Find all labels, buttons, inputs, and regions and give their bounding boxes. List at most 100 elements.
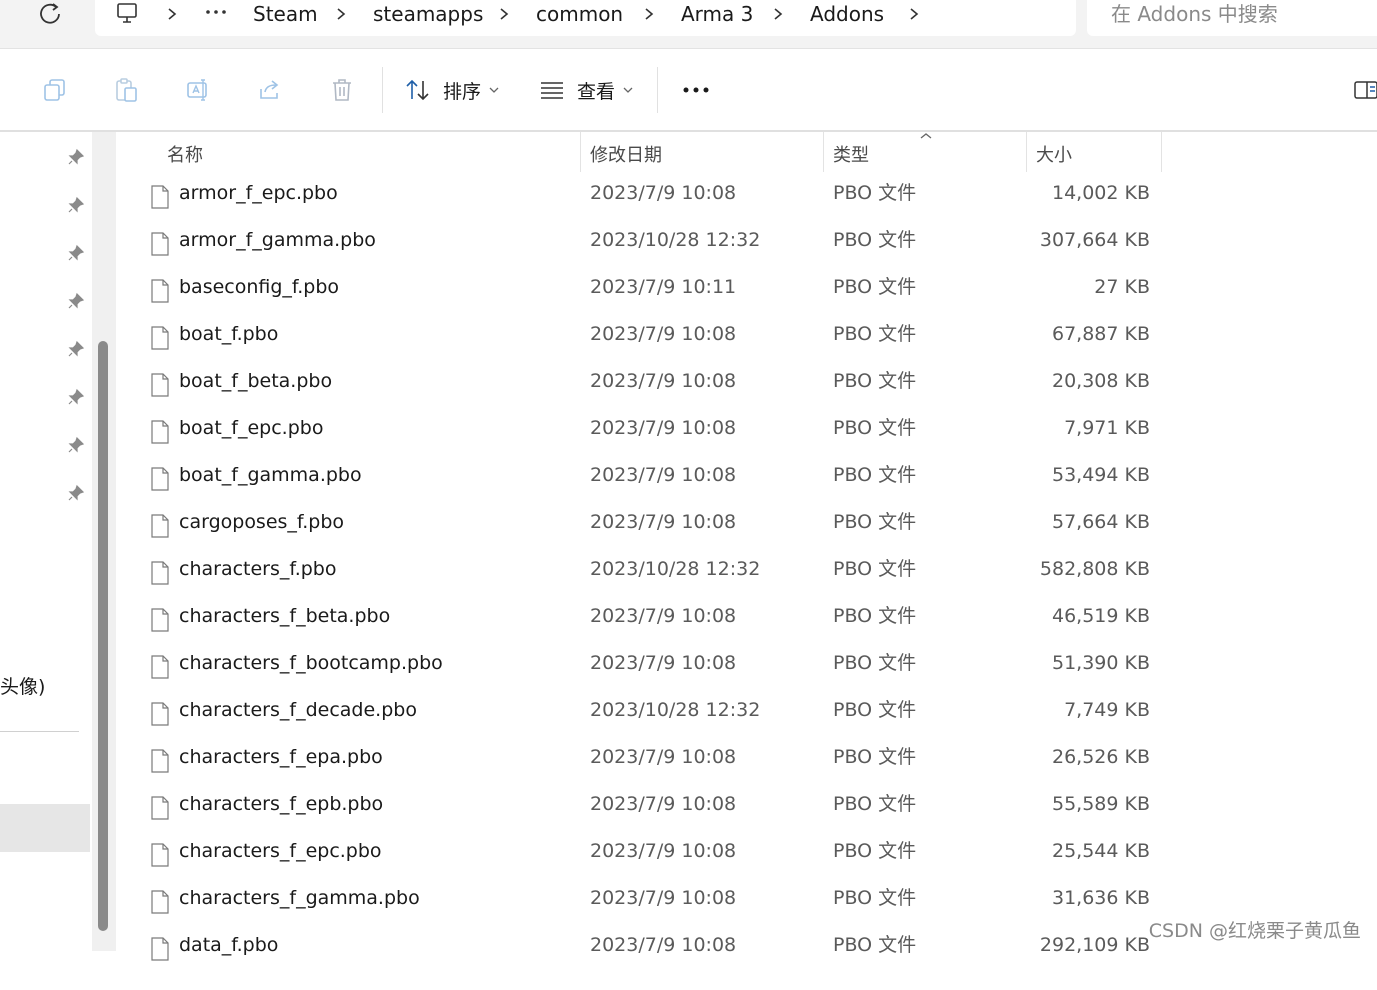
- more-breadcrumbs-icon[interactable]: [205, 8, 227, 16]
- chevron-right-icon[interactable]: [907, 4, 921, 24]
- pin-icon[interactable]: [66, 291, 86, 311]
- pin-icon[interactable]: [66, 387, 86, 407]
- file-type: PBO 文件: [833, 934, 917, 956]
- pin-icon[interactable]: [66, 243, 86, 263]
- chevron-right-icon[interactable]: [334, 4, 348, 24]
- file-name[interactable]: characters_f_beta.pbo: [179, 604, 390, 628]
- column-divider[interactable]: [1161, 132, 1162, 172]
- search-input[interactable]: 在 Addons 中搜索: [1087, 0, 1377, 36]
- column-divider[interactable]: [823, 132, 824, 172]
- nav-item-selected[interactable]: [0, 804, 90, 852]
- file-name[interactable]: characters_f_gamma.pbo: [179, 886, 420, 910]
- file-type: PBO 文件: [833, 605, 917, 627]
- this-pc-icon[interactable]: [115, 2, 139, 26]
- file-type: PBO 文件: [833, 511, 917, 533]
- file-name[interactable]: boat_f.pbo: [179, 322, 278, 346]
- file-date: 2023/7/9 10:11: [590, 276, 737, 298]
- file-size: 307,664 KB: [1039, 229, 1150, 251]
- file-name[interactable]: characters_f_epc.pbo: [179, 839, 382, 863]
- file-date: 2023/7/9 10:08: [590, 887, 737, 909]
- file-name[interactable]: boat_f_epc.pbo: [179, 416, 323, 440]
- file-date: 2023/7/9 10:08: [590, 323, 737, 345]
- column-header-name[interactable]: 名称: [167, 141, 203, 167]
- file-icon: [151, 279, 169, 303]
- file-type: PBO 文件: [833, 370, 917, 392]
- file-size: 53,494 KB: [1051, 464, 1150, 486]
- pin-icon[interactable]: [66, 483, 86, 503]
- delete-icon[interactable]: [329, 77, 355, 103]
- file-name[interactable]: boat_f_gamma.pbo: [179, 463, 362, 487]
- file-list: 名称 修改日期 类型 大小 armor_f_epc.pbo 2023/7/9 10…: [118, 132, 1377, 961]
- nav-scrollbar-thumb[interactable]: [98, 341, 108, 931]
- refresh-icon[interactable]: [34, 0, 66, 30]
- file-size: 51,390 KB: [1051, 652, 1150, 674]
- column-divider[interactable]: [1026, 132, 1027, 172]
- file-date: 2023/7/9 10:08: [590, 840, 737, 862]
- breadcrumb-item-common[interactable]: common: [536, 0, 623, 30]
- file-size: 31,636 KB: [1051, 887, 1150, 909]
- chevron-right-icon[interactable]: [165, 4, 179, 24]
- copy-icon[interactable]: [42, 77, 68, 103]
- breadcrumb-item-steamapps[interactable]: steamapps: [373, 0, 483, 30]
- column-header-type[interactable]: 类型: [833, 141, 869, 167]
- file-date: 2023/7/9 10:08: [590, 182, 737, 204]
- file-row[interactable]: data_f.pbo 2023/7/9 10:08 PBO 文件 292,109 KB: [118, 934, 1168, 990]
- breadcrumb-item-addons[interactable]: Addons: [810, 0, 884, 30]
- column-header-size[interactable]: 大小: [1036, 141, 1072, 167]
- file-size: 67,887 KB: [1051, 323, 1150, 345]
- file-name[interactable]: baseconfig_f.pbo: [179, 275, 339, 299]
- file-date: 2023/7/9 10:08: [590, 793, 737, 815]
- more-options-icon[interactable]: [682, 86, 710, 94]
- file-name[interactable]: characters_f_epa.pbo: [179, 745, 383, 769]
- file-name[interactable]: characters_f.pbo: [179, 557, 336, 581]
- file-icon: [151, 655, 169, 679]
- chevron-right-icon[interactable]: [771, 4, 785, 24]
- file-date: 2023/7/9 10:08: [590, 605, 737, 627]
- file-icon: [151, 561, 169, 585]
- file-icon: [151, 185, 169, 209]
- chevron-right-icon[interactable]: [642, 4, 656, 24]
- file-name[interactable]: data_f.pbo: [179, 933, 278, 957]
- paste-icon[interactable]: [113, 77, 139, 103]
- pin-icon[interactable]: [66, 195, 86, 215]
- file-size: 26,526 KB: [1051, 746, 1150, 768]
- file-size: 25,544 KB: [1051, 840, 1150, 862]
- view-button[interactable]: 查看: [539, 73, 639, 107]
- details-pane-icon[interactable]: [1354, 80, 1377, 100]
- nav-divider: [0, 731, 79, 732]
- file-size: 46,519 KB: [1051, 605, 1150, 627]
- breadcrumb[interactable]: Steam steamapps common Arma 3 Addons: [95, 0, 1076, 36]
- chevron-right-icon[interactable]: [497, 4, 511, 24]
- breadcrumb-item-steam[interactable]: Steam: [253, 0, 318, 30]
- file-type: PBO 文件: [833, 323, 917, 345]
- file-date: 2023/7/9 10:08: [590, 746, 737, 768]
- file-name[interactable]: cargoposes_f.pbo: [179, 510, 344, 534]
- column-divider[interactable]: [580, 132, 581, 172]
- pin-icon[interactable]: [66, 147, 86, 167]
- address-bar: Steam steamapps common Arma 3 Addons 在 A…: [0, 0, 1377, 49]
- file-name[interactable]: armor_f_epc.pbo: [179, 181, 338, 205]
- file-icon: [151, 843, 169, 867]
- share-icon[interactable]: [257, 77, 283, 103]
- sort-ascending-icon: [920, 133, 932, 139]
- file-name[interactable]: boat_f_beta.pbo: [179, 369, 332, 393]
- file-name[interactable]: armor_f_gamma.pbo: [179, 228, 376, 252]
- sort-button[interactable]: 排序: [405, 73, 505, 107]
- rename-icon[interactable]: [185, 77, 211, 103]
- column-header-date[interactable]: 修改日期: [590, 141, 662, 167]
- view-label: 查看: [577, 81, 616, 103]
- command-bar: 排序 查看: [0, 49, 1377, 132]
- pin-icon[interactable]: [66, 435, 86, 455]
- file-name[interactable]: characters_f_epb.pbo: [179, 792, 383, 816]
- file-name[interactable]: characters_f_decade.pbo: [179, 698, 417, 722]
- file-date: 2023/7/9 10:08: [590, 417, 737, 439]
- file-name[interactable]: characters_f_bootcamp.pbo: [179, 651, 443, 675]
- nav-item-label[interactable]: 头像): [0, 672, 45, 699]
- watermark: CSDN @红烧栗子黄瓜鱼: [1148, 920, 1361, 942]
- file-date: 2023/7/9 10:08: [590, 464, 737, 486]
- breadcrumb-item-arma-3[interactable]: Arma 3: [681, 0, 753, 30]
- file-type: PBO 文件: [833, 793, 917, 815]
- pin-icon[interactable]: [66, 339, 86, 359]
- file-type: PBO 文件: [833, 840, 917, 862]
- file-type: PBO 文件: [833, 558, 917, 580]
